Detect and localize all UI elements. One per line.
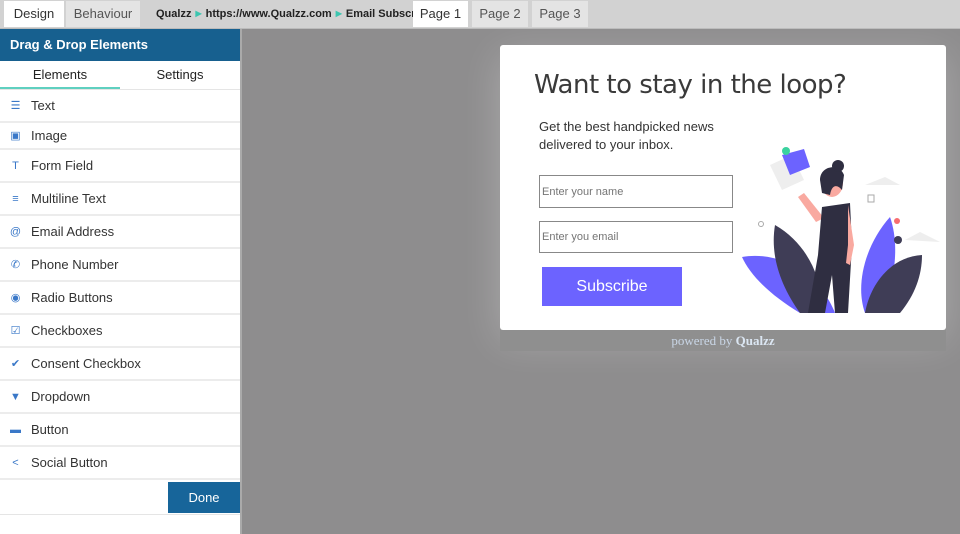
tab-settings[interactable]: Settings [120,61,240,89]
sidebar-item-label: Email Address [31,224,115,239]
name-input[interactable] [539,175,733,208]
text-t-icon: T [12,159,19,172]
tab-page-3[interactable]: Page 3 [532,1,588,27]
sidebar-item-email-address[interactable]: @ Email Address [0,216,240,249]
phone-icon: ✆ [10,259,21,271]
tab-behaviour[interactable]: Behaviour [66,1,140,27]
powered-by-footer[interactable]: powered by Qualzz [500,330,946,351]
sidebar-item-label: Checkboxes [31,323,103,338]
email-input[interactable] [539,221,733,253]
sidebar-item-label: Image [31,128,68,143]
caret-down-icon: ▼ [10,390,21,403]
checkbox-icon: ☑ [10,325,21,337]
tab-design[interactable]: Design [4,1,64,27]
sidebar-item-multiline-text[interactable]: ≡ Multiline Text [0,183,240,216]
sidebar-item-checkboxes[interactable]: ☑ Checkboxes [0,315,240,348]
sidebar-item-consent-checkbox[interactable]: ✔ Consent Checkbox [0,348,240,381]
sidebar-item-dropdown[interactable]: ▼ Dropdown [0,381,240,414]
sidebar-item-label: Button [31,422,69,437]
brand-name: Qualzz [735,333,775,348]
subscribe-button[interactable]: Subscribe [542,267,682,306]
sidebar-item-radio-buttons[interactable]: ◉ Radio Buttons [0,282,240,315]
sidebar-item-label: Social Button [31,455,108,470]
sidebar-item-image[interactable]: ▣ Image [0,123,240,150]
sidebar-item-label: Radio Buttons [31,290,113,305]
list-icon: ☰ [10,100,21,112]
tab-page-1[interactable]: Page 1 [413,1,468,27]
check-icon: ✔ [10,358,21,370]
tab-elements[interactable]: Elements [0,61,120,89]
breadcrumb: Qualzz ▶ https://www.Qualzz.com ▶ Email Su… [156,1,441,27]
sidebar-item-phone-number[interactable]: ✆ Phone Number [0,249,240,282]
sidebar-item-label: Text [31,98,55,113]
sidebar-item-label: Phone Number [31,257,119,272]
sidebar: Drag & Drop Elements Elements Settings ☰… [0,29,242,534]
chevron-right-icon: ▶ [195,9,202,18]
popup-title: Want to stay in the loop? [534,70,847,100]
sidebar-item-label: Form Field [31,158,94,173]
popup-subtitle: Get the best handpicked news delivered t… [539,119,714,152]
breadcrumb-item[interactable]: Qualzz [156,1,191,27]
sidebar-item-label: Dropdown [31,389,91,404]
sidebar-item-social-button[interactable]: < Social Button [0,447,240,480]
share-icon: < [12,456,19,469]
at-icon: @ [9,225,22,238]
button-icon: ▬ [10,423,21,436]
sidebar-item-text[interactable]: ☰ Text [0,90,240,123]
sidebar-item-label: Multiline Text [31,191,106,206]
sidebar-title: Drag & Drop Elements [0,29,240,61]
tab-page-2[interactable]: Page 2 [472,1,528,27]
lines-icon: ≡ [12,192,19,205]
sidebar-item-label: Consent Checkbox [31,356,141,371]
radio-icon: ◉ [10,292,21,304]
sidebar-item-form-field[interactable]: T Form Field [0,150,240,183]
done-button[interactable]: Done [168,482,240,513]
image-icon: ▣ [10,130,21,142]
powered-by-text: powered by [671,333,733,348]
subscribe-popup: Want to stay in the loop? Get the best h… [500,45,946,330]
woman-illustration [742,147,940,313]
chevron-right-icon: ▶ [335,9,342,18]
top-bar: Design Behaviour Qualzz ▶ https://www.Qua… [0,0,960,29]
sidebar-item-button[interactable]: ▬ Button [0,414,240,447]
breadcrumb-item[interactable]: https://www.Qualzz.com [206,1,332,27]
